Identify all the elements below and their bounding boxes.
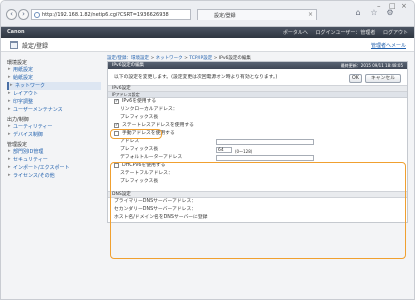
ipv6-panel: IPv6設定の編集 最終更新：2015 09/11 18:48:05 以下の設定…	[107, 61, 408, 259]
back-arrow-icon[interactable]: ‹	[6, 9, 17, 20]
last-updated: 最終更新：2015 09/11 18:48:05	[340, 63, 403, 68]
sidebar-item-layout[interactable]: レイアウト	[7, 90, 101, 98]
page-title: 設定/登録	[22, 43, 49, 50]
globe-icon	[34, 12, 40, 18]
address-input[interactable]	[216, 139, 314, 145]
main-content: 設定/登録：環境設定 > ネットワーク > TCP/IP設定 > IPv6設定の…	[107, 52, 408, 259]
notice-text: 以下の設定を変更します。(設定変更は次回電源オン時より有効となります。)	[114, 75, 278, 80]
link-local-row: リンクローカルアドレス：	[108, 106, 407, 114]
breadcrumb: 設定/登録：環境設定 > ネットワーク > TCP/IP設定 > IPv6設定の…	[107, 56, 251, 61]
sidebar-group-admin: 管理設定	[7, 142, 28, 148]
sidebar-item-feed[interactable]: 給紙設定	[7, 74, 101, 82]
sidebar-item-device-control[interactable]: デバイス制御	[7, 131, 101, 139]
close-tab-icon[interactable]: ×	[308, 11, 313, 18]
settings-home-icon	[10, 41, 18, 49]
sidebar-group-output: 出力/制御	[7, 117, 29, 123]
address-settings-highlight	[110, 162, 406, 259]
notice-row: 以下の設定を変更します。(設定変更は次回電源オン時より有効となります。) OK …	[108, 69, 407, 85]
use-ipv6-label: IPv6を使用する	[122, 99, 157, 104]
maximize-icon[interactable]: □	[389, 2, 396, 10]
app-window: ‹ › http://192.168.1.82/netip6.cgi?CSRT=…	[0, 0, 415, 300]
ipv6-section-title: IPv6設定	[108, 85, 407, 92]
gateway-label: デフォルトルーターアドレス	[120, 155, 183, 160]
link-local-prefix-label: プレフィックス長	[120, 115, 159, 120]
gateway-input[interactable]	[216, 155, 314, 161]
minimize-icon[interactable]: –	[377, 2, 381, 10]
panel-header: IPv6設定の編集 最終更新：2015 09/11 18:48:05	[108, 62, 407, 69]
home-icon[interactable]: ⌂	[353, 8, 363, 18]
portal-link[interactable]: ポータルへ	[283, 30, 308, 36]
app-header: Canon ポータルへ ログインユーザー：管理者 ログアウト	[1, 27, 414, 38]
prefix-label: プレフィックス長	[120, 147, 159, 152]
mail-admin-link[interactable]: 管理者へメール	[371, 42, 406, 49]
brand-logo: Canon	[7, 29, 25, 35]
browser-toolbar: ‹ › http://192.168.1.82/netip6.cgi?CSRT=…	[1, 1, 414, 27]
use-ipv6-highlight	[110, 129, 162, 139]
browser-tab[interactable]: 設定/登録 ×	[197, 9, 317, 20]
cancel-button[interactable]: キャンセル	[365, 74, 401, 83]
address-row: アドレス	[108, 138, 407, 146]
gateway-row: デフォルトルーターアドレス	[108, 154, 407, 162]
address-label: アドレス	[120, 139, 140, 144]
sub-header: 設定/登録 管理者へメール	[1, 38, 414, 52]
sidebar-item-security[interactable]: セキュリティー	[7, 156, 101, 164]
address-bar[interactable]: http://192.168.1.82/netip6.cgi?CSRT=1936…	[31, 9, 191, 20]
link-local-prefix-row: プレフィックス長	[108, 114, 407, 122]
url-text: http://192.168.1.82/netip6.cgi?CSRT=1936…	[42, 12, 169, 18]
sidebar-item-dept-id[interactable]: 部門別ID管理	[7, 148, 101, 156]
prefix-input[interactable]: 64	[216, 147, 232, 153]
forward-arrow-icon[interactable]: ›	[18, 9, 29, 20]
panel-title: IPv6設定の編集	[112, 63, 145, 68]
sidebar-item-import-export[interactable]: インポート/エクスポート	[7, 164, 101, 172]
tab-title: 設定/登録	[214, 13, 236, 19]
logout-link[interactable]: ログアウト	[383, 30, 408, 36]
sidebar-item-network[interactable]: ネットワーク	[7, 82, 101, 90]
close-window-icon[interactable]: ×	[401, 2, 407, 10]
sidebar-group-env: 環境設定	[7, 60, 28, 66]
sidebar-item-license[interactable]: ライセンス/その他	[7, 172, 101, 180]
sidebar: 環境設定 用紙設定 給紙設定 ネットワーク レイアウト 印字調整 ユーザーメンテ…	[7, 57, 101, 180]
header-links: ポータルへ ログインユーザー：管理者 ログアウト	[277, 29, 408, 36]
link-local-label: リンクローカルアドレス：	[120, 107, 178, 112]
sidebar-item-paper[interactable]: 用紙設定	[7, 66, 101, 74]
sidebar-item-print-adjust[interactable]: 印字調整	[7, 98, 101, 106]
prefix-row: プレフィックス長 64 (0〜128)	[108, 146, 407, 154]
ok-button[interactable]: OK	[349, 74, 362, 83]
use-ipv6-row: ✓ IPv6を使用する	[108, 98, 407, 106]
sidebar-item-utility[interactable]: ユーティリティー	[7, 123, 101, 131]
sidebar-item-user-maint[interactable]: ユーザーメンテナンス	[7, 106, 101, 114]
stateless-checkbox[interactable]: ✓	[114, 123, 119, 128]
use-ipv6-checkbox[interactable]: ✓	[114, 99, 119, 104]
login-user-text: ログインユーザー：管理者	[315, 30, 376, 36]
